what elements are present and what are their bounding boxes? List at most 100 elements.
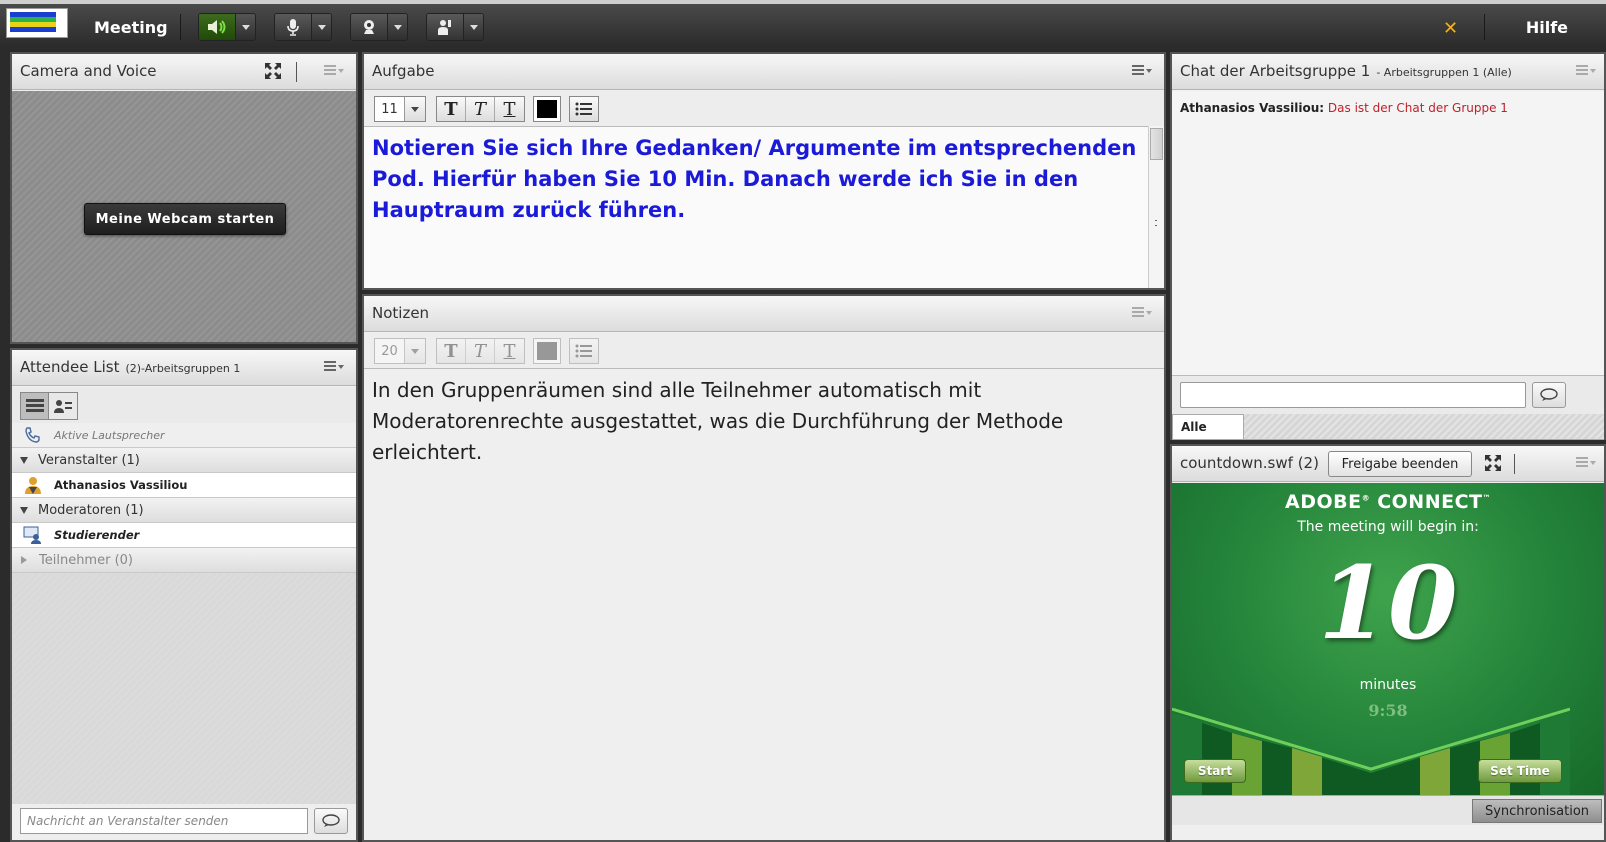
aufgabe-text[interactable]: Notieren Sie sich Ihre Gedanken/ Argumen… (372, 133, 1142, 226)
countdown-subtitle: The meeting will begin in: (1297, 519, 1479, 535)
meeting-menu[interactable]: Meeting (94, 18, 168, 37)
active-speakers-label: Aktive Lautsprecher (54, 428, 165, 442)
phone-speaker-icon (22, 425, 44, 445)
chevron-down-icon[interactable] (405, 97, 425, 121)
underline-icon[interactable]: T (495, 97, 524, 121)
attendee-row[interactable]: Studierender (12, 523, 356, 548)
font-size-select: 20 (374, 338, 426, 364)
set-time-button[interactable]: Set Time (1478, 759, 1562, 783)
stop-sharing-button[interactable]: Freigabe beenden (1328, 451, 1472, 477)
start-webcam-button[interactable]: Meine Webcam starten (84, 203, 286, 235)
toolbar-divider (1484, 14, 1485, 40)
pod-options-icon[interactable] (324, 361, 344, 373)
speaker-dropdown[interactable] (235, 14, 255, 40)
app-logo (6, 8, 68, 38)
webcam-control[interactable] (350, 13, 408, 41)
pod-title: countdown.swf (2) (1180, 454, 1319, 472)
pod-options-icon[interactable] (1132, 65, 1152, 77)
speech-bubble-icon (1540, 388, 1558, 401)
bullet-list-icon (569, 338, 599, 364)
scrollbar-thumb[interactable] (1150, 128, 1163, 160)
bold-icon[interactable]: T (437, 97, 466, 121)
pod-title: Camera and Voice (20, 62, 157, 80)
send-chat-button[interactable] (1532, 382, 1566, 408)
chat-title: Chat der Arbeitsgruppe 1 (1180, 62, 1371, 80)
editor-scrollbar[interactable] (1148, 126, 1164, 288)
group-presenters[interactable]: Moderatoren (1) (12, 498, 356, 523)
detail-view-icon[interactable] (49, 393, 77, 419)
pod-options-icon[interactable] (324, 65, 344, 77)
expand-caret-icon[interactable] (20, 456, 28, 464)
chat-input[interactable] (1180, 382, 1526, 408)
raise-hand-icon[interactable] (427, 14, 463, 40)
aufgabe-editor[interactable]: Notieren Sie sich Ihre Gedanken/ Argumen… (364, 126, 1164, 288)
italic-icon: T (466, 339, 495, 363)
pod-header: countdown.swf (2) Freigabe beenden (1172, 446, 1604, 482)
collapse-caret-icon[interactable] (21, 556, 27, 564)
toolbar-divider (180, 14, 181, 40)
camera-voice-pod: Camera and Voice Meine Webcam starten (10, 52, 358, 344)
chat-sender: Athanasios Vassiliou: (1180, 101, 1325, 115)
group-participants[interactable]: Teilnehmer (0) (12, 548, 356, 573)
pod-options-icon[interactable] (1576, 457, 1596, 469)
sync-bar: Synchronisation (1172, 795, 1604, 825)
view-toggle[interactable] (20, 392, 78, 420)
attendee-empty-area (12, 573, 356, 804)
chat-subtitle: - Arbeitsgruppen 1 (Alle) (1376, 66, 1512, 79)
bullet-list-icon[interactable] (569, 96, 599, 122)
text-style-group: T T T (436, 96, 525, 122)
grip-icon (1155, 220, 1157, 226)
attendee-subtitle: (2)-Arbeitsgruppen 1 (125, 362, 241, 375)
chat-pod: Chat der Arbeitsgruppe 1 - Arbeitsgruppen… (1170, 52, 1606, 440)
font-size-value: 11 (375, 97, 405, 121)
group-label: Veranstalter (1) (38, 452, 140, 468)
status-control[interactable] (426, 13, 484, 41)
send-message-button[interactable] (314, 808, 348, 834)
text-color-picker (533, 338, 561, 364)
color-swatch (537, 100, 557, 118)
speaker-control[interactable] (198, 13, 256, 41)
speaker-icon[interactable] (199, 14, 235, 40)
pod-options-icon[interactable] (1576, 65, 1596, 77)
countdown-stage: ADOBE® CONNECT™ The meeting will begin i… (1172, 483, 1604, 795)
microphone-dropdown[interactable] (311, 14, 331, 40)
expand-caret-icon[interactable] (20, 506, 28, 514)
synchronisation-button[interactable]: Synchronisation (1472, 799, 1602, 823)
chat-messages: Athanasios Vassiliou: Das ist der Chat d… (1172, 91, 1604, 375)
chat-tab-all[interactable]: Alle (1172, 414, 1244, 440)
text-color-picker[interactable] (533, 96, 561, 122)
pod-header: Attendee List (2)-Arbeitsgruppen 1 (12, 350, 356, 386)
attendee-row[interactable]: Athanasios Vassiliou (12, 473, 356, 498)
italic-icon[interactable]: T (466, 97, 495, 121)
list-view-icon[interactable] (21, 393, 49, 419)
webcam-dropdown[interactable] (387, 14, 407, 40)
top-menu-bar: Meeting ✕ Hilfe (0, 0, 1606, 48)
pod-title: Chat der Arbeitsgruppe 1 - Arbeitsgruppen… (1180, 62, 1512, 80)
active-speakers-row: Aktive Lautsprecher (12, 423, 356, 448)
maximize-icon[interactable] (1484, 454, 1502, 472)
aufgabe-notes-pod: Aufgabe 11 T T T Notieren Sie sich Ihre … (362, 52, 1166, 290)
maximize-icon[interactable] (264, 62, 282, 80)
pod-options-icon[interactable] (1132, 307, 1152, 319)
pod-title: Aufgabe (372, 62, 435, 80)
group-label: Moderatoren (1) (38, 502, 144, 518)
help-menu[interactable]: Hilfe (1526, 18, 1568, 37)
webcam-area: Meine Webcam starten (12, 91, 356, 342)
host-message-input[interactable]: Nachricht an Veranstalter senden (20, 808, 308, 834)
text-style-group: T T T (436, 338, 525, 364)
font-size-select[interactable]: 11 (374, 96, 426, 122)
header-divider (296, 62, 297, 82)
status-dropdown[interactable] (463, 14, 483, 40)
underline-icon: T (495, 339, 524, 363)
fullscreen-exit-icon[interactable]: ✕ (1443, 20, 1458, 38)
group-hosts[interactable]: Veranstalter (1) (12, 448, 356, 473)
chat-tabstrip (1244, 414, 1604, 440)
microphone-control[interactable] (274, 13, 332, 41)
bold-icon: T (437, 339, 466, 363)
attendee-name: Athanasios Vassiliou (54, 478, 188, 492)
microphone-icon[interactable] (275, 14, 311, 40)
webcam-icon[interactable] (351, 14, 387, 40)
start-button[interactable]: Start (1184, 759, 1246, 783)
pod-header: Chat der Arbeitsgruppe 1 - Arbeitsgruppen… (1172, 54, 1604, 90)
pod-title: Attendee List (2)-Arbeitsgruppen 1 (20, 358, 240, 376)
